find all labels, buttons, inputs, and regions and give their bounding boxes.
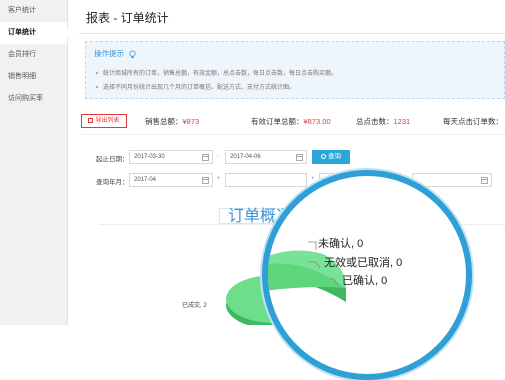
- sales-total-label: 销售总额：: [145, 117, 183, 126]
- daily-click-orders: 每天点击订单数：: [443, 116, 503, 127]
- daily-click-orders-label: 每天点击订单数：: [443, 117, 503, 126]
- plus-separator: +: [217, 176, 221, 182]
- export-icon: [88, 118, 93, 123]
- sidebar-item-order-stats[interactable]: 订单统计: [0, 22, 67, 44]
- sidebar-item-sales-details[interactable]: 销售明细: [0, 66, 67, 88]
- start-date-input[interactable]: 2017-03-30: [129, 150, 213, 164]
- stats-bar: 导出列表 销售总额：¥873 有效订单总额：¥873.00 总点击数：1231 …: [81, 110, 505, 130]
- sidebar-item-label: 销售明细: [8, 73, 36, 80]
- divider: [81, 134, 505, 135]
- valid-order-total-label: 有效订单总额：: [251, 117, 304, 126]
- sidebar-item-label: 会员排行: [8, 51, 36, 58]
- month-input-1[interactable]: 2017-04: [129, 173, 213, 187]
- magnified-label-unconfirmed: 未确认, 0: [318, 235, 363, 251]
- sidebar-item-visit-purchase-rate[interactable]: 访问购买率: [0, 88, 67, 110]
- total-clicks-label: 总点击数：: [356, 117, 394, 126]
- calendar-icon[interactable]: [202, 177, 209, 184]
- sidebar-item-label: 访问购买率: [8, 95, 43, 102]
- date-range-label: 起止日期：: [96, 153, 129, 163]
- sidebar-item-customer-stats[interactable]: 客户统计: [0, 0, 67, 22]
- calendar-icon[interactable]: [481, 177, 488, 184]
- tips-title: 操作提示: [94, 48, 137, 59]
- valid-order-total-value: ¥873.00: [304, 117, 331, 126]
- month-label: 查询年月：: [96, 176, 129, 186]
- end-date-input[interactable]: 2017-04-06: [225, 150, 307, 164]
- calendar-icon[interactable]: [202, 154, 209, 161]
- bullet-icon: [96, 72, 98, 74]
- search-icon: [321, 154, 326, 159]
- sidebar: 客户统计 订单统计 会员排行 销售明细 访问购买率: [0, 0, 68, 325]
- search-label: 查询: [328, 153, 341, 160]
- valid-order-total: 有效订单总额：¥873.00: [251, 116, 331, 127]
- magnified-label-invalid-cancelled: 无效或已取消, 0: [324, 254, 402, 270]
- bullet-icon: [96, 86, 98, 88]
- tips-title-text: 操作提示: [94, 49, 124, 58]
- magnified-label-confirmed: 已确认, 0: [342, 272, 387, 288]
- sales-total: 销售总额：¥873: [145, 116, 199, 127]
- sidebar-item-member-ranking[interactable]: 会员排行: [0, 44, 67, 66]
- pie-label-completed: 已成交, 2: [182, 300, 207, 309]
- total-clicks-value: 1231: [394, 117, 411, 126]
- tips-panel: 操作提示 统计商城所有的订单，销售总额，有效金额，总点击数，每日点击数，每日点击…: [85, 41, 505, 99]
- end-date-value: 2017-04-06: [230, 154, 261, 160]
- tip-text: 选择不同月份统计出现几个月的订单概括、配送方式、支付方式统计图。: [103, 85, 295, 91]
- sidebar-item-label: 订单统计: [8, 29, 36, 36]
- export-list-button[interactable]: 导出列表: [81, 114, 127, 128]
- range-separator: -: [217, 153, 219, 159]
- lightbulb-icon: [128, 50, 137, 59]
- sales-total-value: ¥873: [183, 117, 200, 126]
- export-label: 导出列表: [95, 118, 119, 124]
- active-arrow-icon: [63, 28, 68, 38]
- total-clicks: 总点击数：1231: [356, 116, 410, 127]
- tip-line: 选择不同月份统计出现几个月的订单概括、配送方式、支付方式统计图。: [96, 82, 295, 91]
- month-value: 2017-04: [134, 177, 156, 183]
- calendar-icon[interactable]: [296, 154, 303, 161]
- magnifier-overlay: 未确认, 0 无效或已取消, 0 已确认, 0: [262, 170, 472, 380]
- sidebar-item-label: 客户统计: [8, 7, 36, 14]
- divider: [79, 33, 505, 34]
- page-title: 报表 - 订单统计: [86, 9, 169, 26]
- tip-line: 统计商城所有的订单，销售总额，有效金额，总点击数，每日点击数，每日点击购买额。: [96, 68, 337, 77]
- start-date-value: 2017-03-30: [134, 154, 165, 160]
- tip-text: 统计商城所有的订单，销售总额，有效金额，总点击数，每日点击数，每日点击购买额。: [103, 71, 337, 77]
- search-button[interactable]: 查询: [312, 150, 350, 164]
